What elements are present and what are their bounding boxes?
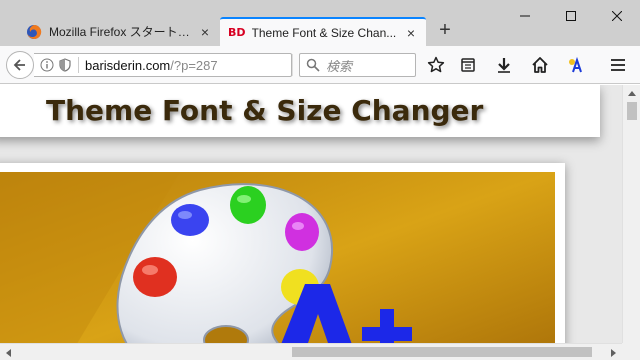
scrollbar-corner (622, 343, 640, 360)
reading-list-button[interactable] (458, 55, 478, 75)
home-icon (532, 57, 548, 73)
new-tab-button[interactable]: + (434, 20, 456, 42)
back-arrow-icon (13, 59, 25, 71)
paint-red (133, 257, 177, 297)
back-button[interactable] (6, 51, 34, 79)
search-icon (306, 58, 320, 72)
page-title: Theme Font & Size Changer (46, 94, 484, 127)
palette-illustration (0, 172, 555, 343)
firefox-icon (27, 24, 42, 39)
scroll-up-button[interactable] (623, 85, 640, 101)
page-viewport: Theme Font & Size Changer (0, 85, 622, 343)
menu-icon (611, 59, 625, 71)
bookmark-button[interactable] (426, 55, 446, 75)
translate-button[interactable] (565, 55, 585, 75)
title-bar: Mozilla Firefox スタートページ × BD Theme Font … (0, 0, 640, 46)
header-banner: Theme Font & Size Changer (0, 85, 600, 137)
tab-close-button[interactable]: × (404, 25, 418, 41)
url-host: barisderin.com (85, 57, 171, 73)
url-separator (78, 57, 79, 73)
horizontal-scroll-thumb[interactable] (292, 347, 592, 357)
tab-label: Mozilla Firefox スタートページ (49, 25, 194, 39)
hero-image (0, 172, 555, 343)
minimize-button[interactable] (502, 0, 548, 32)
info-icon[interactable] (40, 58, 54, 72)
tab-firefox-start[interactable]: Mozilla Firefox スタートページ × (18, 17, 220, 46)
close-icon (612, 11, 622, 21)
scroll-right-button[interactable] (606, 344, 622, 360)
tab-close-button[interactable]: × (198, 24, 212, 40)
tab-theme-font[interactable]: BD Theme Font & Size Chan... × (220, 17, 426, 46)
search-placeholder: 検索 (326, 58, 353, 74)
paint-magenta (285, 213, 319, 251)
reading-list-icon (461, 58, 475, 72)
vertical-scrollbar[interactable] (622, 85, 640, 343)
translate-icon (569, 56, 582, 73)
minimize-icon (520, 15, 530, 17)
navigation-bar: barisderin.com/?p=287 検索 (0, 46, 640, 84)
horizontal-scrollbar[interactable] (0, 343, 622, 360)
paint-blue (171, 204, 209, 236)
tab-label: Theme Font & Size Chan... (251, 25, 397, 40)
menu-button[interactable] (608, 55, 628, 75)
maximize-icon (566, 11, 576, 21)
scroll-right-icon (611, 348, 616, 357)
close-window-button[interactable] (594, 0, 640, 32)
search-input[interactable]: 検索 (299, 53, 416, 77)
image-frame (0, 163, 565, 343)
home-button[interactable] (530, 55, 550, 75)
bookmark-star-icon (427, 56, 445, 73)
paint-green (230, 186, 266, 224)
address-bar[interactable]: barisderin.com/?p=287 (34, 53, 314, 77)
bd-favicon: BD (228, 26, 246, 39)
url-path: /?p=287 (170, 57, 218, 73)
vertical-scroll-thumb[interactable] (627, 102, 637, 120)
scroll-left-button[interactable] (0, 344, 16, 360)
download-button[interactable] (494, 55, 514, 75)
download-icon (498, 58, 510, 73)
maximize-button[interactable] (548, 0, 594, 32)
scroll-up-icon (628, 91, 636, 96)
scroll-left-icon (6, 348, 11, 357)
shield-icon[interactable] (58, 58, 72, 72)
